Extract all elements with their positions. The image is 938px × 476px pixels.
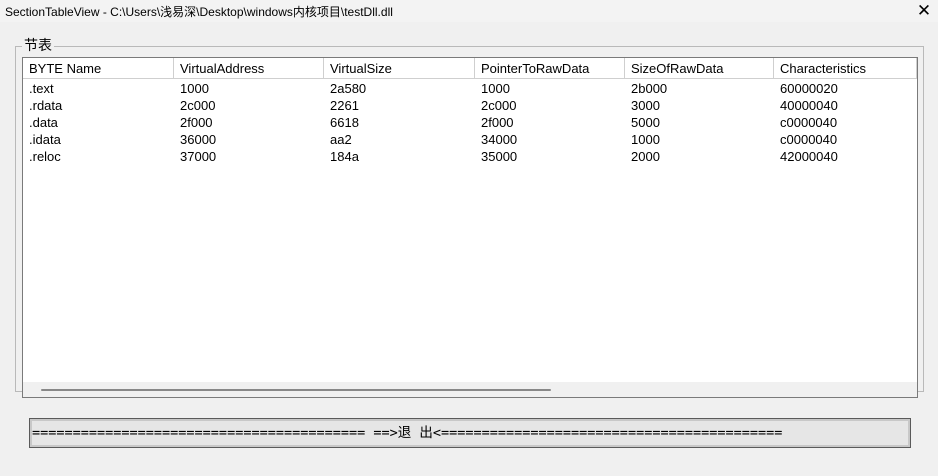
cell-virtual-size: 184a xyxy=(330,149,359,164)
table-row[interactable]: .data 2f000 6618 2f000 5000 c0000040 xyxy=(23,114,917,131)
cell-size-of-raw-data: 1000 xyxy=(631,132,660,147)
group-label: 节表 xyxy=(22,37,54,55)
column-header-pointer-to-raw-data[interactable]: PointerToRawData xyxy=(475,58,625,79)
cell-virtual-size: 2a580 xyxy=(330,81,367,96)
list-header: BYTE Name VirtualAddress VirtualSize Poi… xyxy=(23,58,917,80)
title-bar: SectionTableView - C:\Users\浅易深\Desktop\… xyxy=(0,0,938,22)
table-row[interactable]: .rdata 2c000 2261 2c000 3000 40000040 xyxy=(23,97,917,114)
cell-size-of-raw-data: 2000 xyxy=(631,149,660,164)
window-title: SectionTableView - C:\Users\浅易深\Desktop\… xyxy=(5,5,393,19)
column-header-characteristics[interactable]: Characteristics xyxy=(774,58,917,79)
column-header-virtual-address[interactable]: VirtualAddress xyxy=(174,58,324,79)
cell-name: .reloc xyxy=(29,149,61,164)
cell-characteristics: c0000040 xyxy=(780,132,838,147)
close-icon[interactable]: ✕ xyxy=(912,0,936,22)
cell-name: .data xyxy=(29,115,58,130)
cell-characteristics: 42000040 xyxy=(780,149,838,164)
cell-pointer-to-raw-data: 2f000 xyxy=(481,115,514,130)
cell-pointer-to-raw-data: 35000 xyxy=(481,149,518,164)
exit-button-label: ========================================… xyxy=(32,425,783,441)
column-header-virtual-size[interactable]: VirtualSize xyxy=(324,58,475,79)
cell-size-of-raw-data: 2b000 xyxy=(631,81,668,96)
cell-pointer-to-raw-data: 34000 xyxy=(481,132,518,147)
cell-virtual-address: 36000 xyxy=(180,132,217,147)
horizontal-scrollbar[interactable] xyxy=(23,382,917,397)
cell-name: .idata xyxy=(29,132,61,147)
cell-virtual-address: 2f000 xyxy=(180,115,213,130)
cell-virtual-address: 37000 xyxy=(180,149,217,164)
cell-characteristics: 60000020 xyxy=(780,81,838,96)
cell-size-of-raw-data: 3000 xyxy=(631,98,660,113)
cell-characteristics: 40000040 xyxy=(780,98,838,113)
section-list-view[interactable]: BYTE Name VirtualAddress VirtualSize Poi… xyxy=(22,57,918,398)
cell-size-of-raw-data: 5000 xyxy=(631,115,660,130)
cell-virtual-address: 2c000 xyxy=(180,98,216,113)
cell-name: .text xyxy=(29,81,54,96)
exit-button[interactable]: ========================================… xyxy=(29,418,911,448)
table-row[interactable]: .idata 36000 aa2 34000 1000 c0000040 xyxy=(23,131,917,148)
cell-virtual-size: 2261 xyxy=(330,98,359,113)
cell-pointer-to-raw-data: 2c000 xyxy=(481,98,517,113)
cell-virtual-address: 1000 xyxy=(180,81,209,96)
column-header-name[interactable]: BYTE Name xyxy=(23,58,174,79)
cell-name: .rdata xyxy=(29,98,63,113)
cell-pointer-to-raw-data: 1000 xyxy=(481,81,510,96)
scrollbar-thumb[interactable] xyxy=(41,389,551,391)
cell-virtual-size: 6618 xyxy=(330,115,359,130)
cell-characteristics: c0000040 xyxy=(780,115,838,130)
cell-virtual-size: aa2 xyxy=(330,132,352,147)
table-row[interactable]: .reloc 37000 184a 35000 2000 42000040 xyxy=(23,148,917,165)
column-header-size-of-raw-data[interactable]: SizeOfRawData xyxy=(625,58,774,79)
table-row[interactable]: .text 1000 2a580 1000 2b000 60000020 xyxy=(23,80,917,97)
